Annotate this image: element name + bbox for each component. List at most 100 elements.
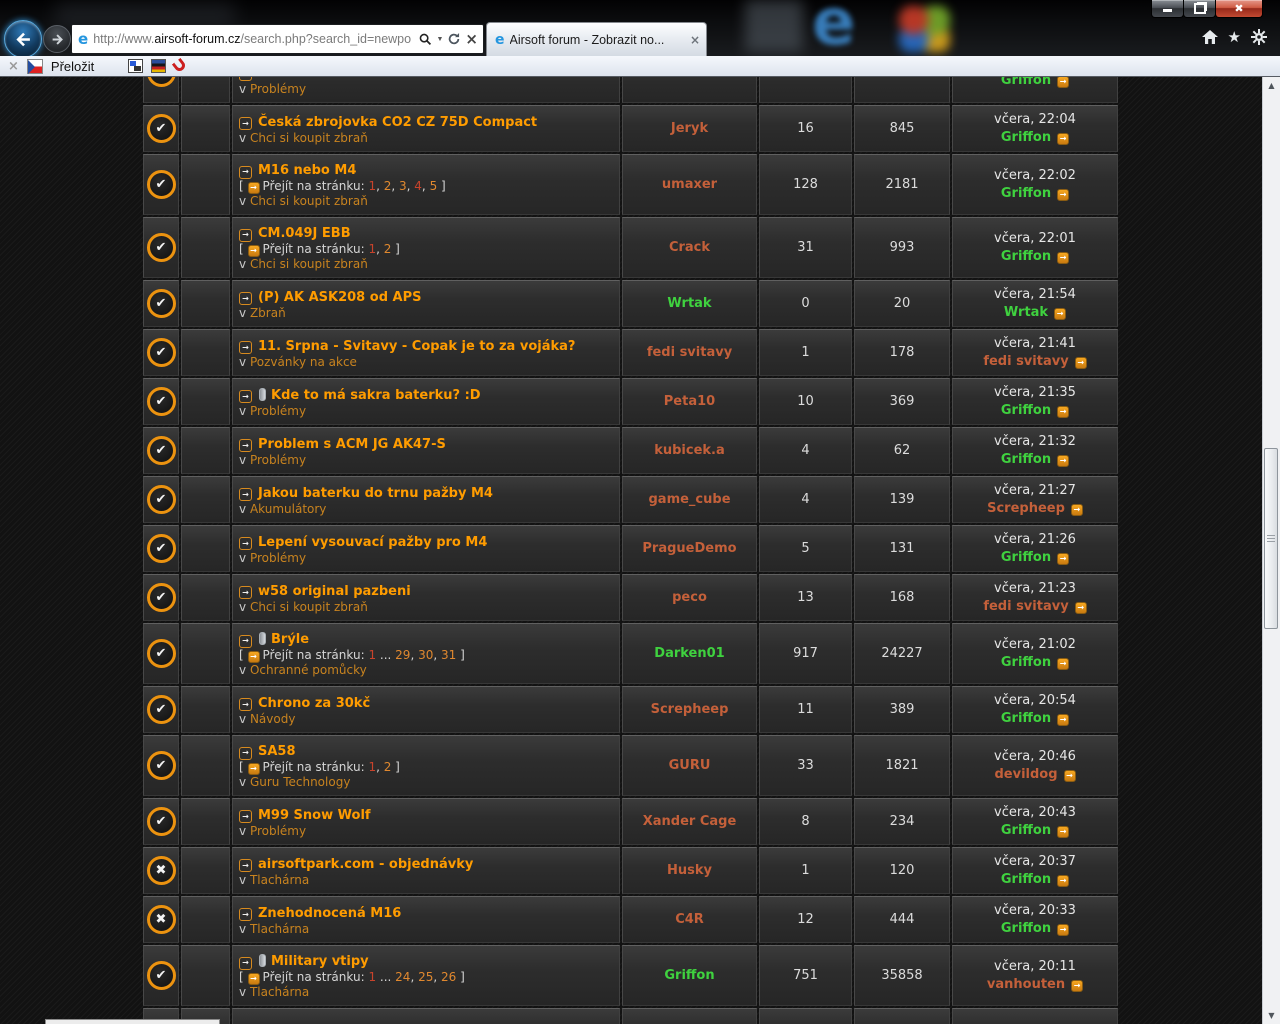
last-post-author-link[interactable]: vanhouten [987,977,1065,992]
refresh-icon[interactable] [447,32,461,46]
goto-topic-icon[interactable]: → [239,488,252,501]
page-number-link[interactable]: 2 [384,242,392,256]
goto-topic-icon[interactable]: → [239,117,252,130]
goto-last-post-icon[interactable]: → [1054,308,1066,320]
address-bar[interactable]: e http://www.airsoft-forum.cz/search.php… [71,24,484,54]
back-button[interactable] [4,20,42,56]
last-post-author-link[interactable]: Griffon [1001,711,1051,726]
forum-link[interactable]: Akumulátory [250,502,326,516]
forum-link[interactable]: Ochranné pomůcky [250,663,367,677]
author-link[interactable]: Darken01 [654,646,724,661]
author-link[interactable]: umaxer [662,177,717,192]
goto-last-post-icon[interactable]: → [1057,553,1069,565]
goto-topic-icon[interactable]: → [239,439,252,452]
page-number-link[interactable]: 31 [441,648,456,662]
vertical-scrollbar[interactable]: ▲ ▼ [1262,77,1280,1024]
minimize-button[interactable] [1151,0,1184,18]
goto-last-post-icon[interactable]: → [1071,504,1083,516]
author-link[interactable]: C4R [675,912,704,927]
goto-last-post-icon[interactable]: → [1057,714,1069,726]
goto-topic-icon[interactable]: → [239,586,252,599]
forum-link[interactable]: Guru Technology [250,775,350,789]
goto-page-icon[interactable]: → [248,651,260,663]
page-number-link[interactable]: 30 [418,648,433,662]
page-number-link[interactable]: 1 [368,179,376,193]
goto-last-post-icon[interactable]: → [1057,406,1069,418]
goto-last-post-icon[interactable]: → [1057,252,1069,264]
topic-title-link[interactable]: Chrono za 30kč [258,696,370,711]
author-link[interactable]: GURU [669,758,711,773]
topic-title-link[interactable]: w58 original pazbeni [258,584,411,599]
last-post-author-link[interactable]: Griffon [1001,655,1051,670]
author-link[interactable]: Xander Cage [643,814,737,829]
tab-close-icon[interactable]: × [690,33,700,47]
last-post-author-link[interactable]: fedi svitavy [983,599,1068,614]
goto-last-post-icon[interactable]: → [1057,133,1069,145]
goto-topic-icon[interactable]: → [239,747,252,760]
restore-button[interactable] [1183,0,1216,18]
author-link[interactable]: Crack [669,240,710,255]
last-post-author-link[interactable]: Griffon [1001,872,1051,887]
forum-link[interactable]: Zbraň [250,306,286,320]
last-post-author-link[interactable]: Griffon [1001,249,1051,264]
topic-title-link[interactable]: (P) AK ASK208 od APS [258,290,421,305]
dictionary-icon[interactable] [151,59,166,73]
last-post-author-link[interactable]: Griffon [1001,403,1051,418]
goto-page-icon[interactable]: → [248,973,260,985]
address-dropdown-icon[interactable]: ▼ [436,36,443,43]
goto-last-post-icon[interactable]: → [1057,189,1069,201]
topic-title-link[interactable]: 11. Srpna - Svitavy - Copak je to za voj… [258,339,575,354]
goto-last-post-icon[interactable]: → [1057,826,1069,838]
forum-link[interactable]: Chci si koupit zbraň [250,600,368,614]
goto-topic-icon[interactable]: → [239,698,252,711]
topic-title-link[interactable]: Lepení vysouvací pažby pro M4 [258,535,487,550]
goto-topic-icon[interactable]: → [239,166,252,179]
forum-link[interactable]: Problémy [250,551,306,565]
goto-topic-icon[interactable]: → [239,957,252,970]
last-post-author-link[interactable]: devildog [994,767,1057,782]
page-number-link[interactable]: 24 [395,970,410,984]
stop-icon[interactable]: × [465,32,478,47]
author-link[interactable]: Griffon [664,968,714,983]
forum-link[interactable]: Chci si koupit zbraň [250,257,368,271]
last-post-author-link[interactable]: fedi svitavy [983,354,1068,369]
topic-title-link[interactable]: Jakou baterku do trnu pažby M4 [258,486,493,501]
topic-title-link[interactable]: Military vtipy [271,954,369,969]
scroll-up-icon[interactable]: ▲ [1263,77,1280,94]
goto-topic-icon[interactable]: → [239,229,252,242]
author-link[interactable]: kubicek.a [654,443,725,458]
page-number-link[interactable]: 1 [368,970,376,984]
author-link[interactable]: PragueDemo [642,541,736,556]
topic-title-link[interactable]: SA58 [258,744,296,759]
forum-link[interactable]: Tlachárna [250,985,309,999]
page-number-link[interactable]: 1 [368,648,376,662]
author-link[interactable]: peco [672,590,707,605]
goto-topic-icon[interactable]: → [239,537,252,550]
goto-last-post-icon[interactable]: → [1057,924,1069,936]
last-post-author-link[interactable]: Screpheep [987,501,1065,516]
topic-title-link[interactable]: Brýle [271,632,309,647]
goto-topic-icon[interactable]: → [239,341,252,354]
forum-link[interactable]: Pozvánky na akce [250,355,357,369]
last-post-author-link[interactable]: Wrtak [1004,305,1048,320]
goto-last-post-icon[interactable]: → [1075,602,1087,614]
author-link[interactable]: Husky [667,863,712,878]
translate-label[interactable]: Přeložit [51,59,94,74]
topic-title-link[interactable]: Česká zbrojovka CO2 CZ 75D Compact [258,115,537,130]
topic-title-link[interactable]: Problem s ACM JG AK47-S [258,437,446,452]
goto-page-icon[interactable]: → [248,763,260,775]
goto-last-post-icon[interactable]: → [1064,770,1076,782]
forum-link[interactable]: Chci si koupit zbraň [250,194,368,208]
page-number-link[interactable]: 5 [430,179,438,193]
capture-icon[interactable] [128,59,143,73]
last-post-author-link[interactable]: Griffon [1001,452,1051,467]
goto-topic-icon[interactable]: → [239,859,252,872]
home-icon[interactable] [1202,30,1218,44]
gear-icon[interactable] [1251,29,1267,45]
toolbar-close-icon[interactable]: × [8,59,19,74]
topic-title-link[interactable]: M99 Snow Wolf [258,808,371,823]
page-number-link[interactable]: 2 [384,760,392,774]
author-link[interactable]: fedi svitavy [647,345,732,360]
page-number-link[interactable]: 2 [384,179,392,193]
forum-link[interactable]: Tlachárna [250,922,309,936]
